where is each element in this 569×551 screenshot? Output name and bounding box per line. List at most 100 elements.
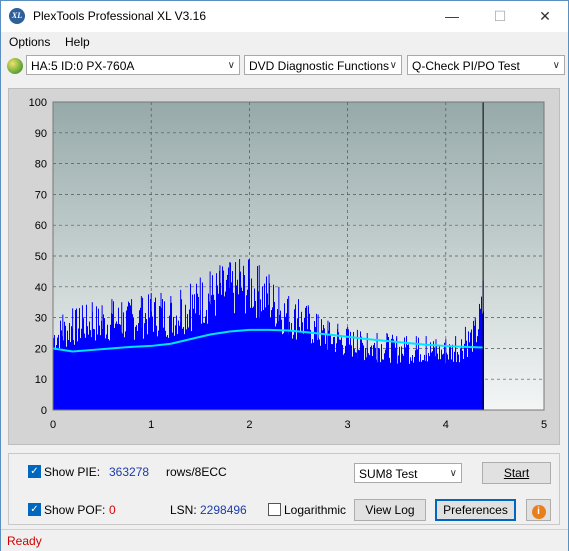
menu-options[interactable]: Options	[9, 35, 50, 49]
pie-bar	[129, 349, 130, 410]
pie-bar	[350, 364, 351, 410]
pie-bar	[177, 345, 178, 410]
pie-bar	[333, 361, 334, 410]
pie-bar	[456, 369, 457, 410]
pie-bar	[295, 348, 296, 410]
pie-bar	[168, 346, 169, 410]
pie-bar	[438, 371, 439, 410]
pie-bar	[278, 341, 279, 410]
pie-bar	[185, 342, 186, 410]
pie-bar	[341, 363, 342, 410]
pie-bar	[368, 367, 369, 410]
x-tick-label: 0	[50, 419, 56, 431]
pie-bar	[460, 367, 461, 410]
pie-bar	[477, 354, 478, 410]
pie-bar	[286, 345, 287, 410]
pie-bar	[407, 369, 408, 410]
function-select[interactable]: DVD Diagnostic Functions ∨	[244, 55, 402, 75]
close-button[interactable]: ✕	[522, 1, 568, 32]
pie-bar	[60, 358, 61, 410]
pie-bar	[299, 349, 300, 410]
pie-bar	[72, 354, 73, 410]
pie-bar	[138, 347, 139, 410]
pie-bar	[287, 346, 288, 410]
pie-bar	[316, 356, 317, 410]
test-select[interactable]: Q-Check PI/PO Test ∨	[407, 55, 565, 75]
pie-bar	[358, 366, 359, 410]
pie-bar	[448, 370, 449, 410]
pie-bar	[64, 357, 65, 410]
pie-bar	[382, 367, 383, 410]
pie-bar	[402, 369, 403, 410]
pie-bar	[420, 369, 421, 410]
pie-bar	[142, 347, 143, 410]
menu-help[interactable]: Help	[65, 35, 90, 49]
pie-bar	[417, 369, 418, 410]
pie-bar	[247, 326, 248, 410]
pie-bar	[360, 366, 361, 410]
start-button[interactable]: Start	[482, 462, 551, 484]
pie-bar	[158, 345, 159, 410]
pie-bar	[233, 328, 234, 410]
pie-bar	[442, 371, 443, 410]
pie-bar	[462, 366, 463, 410]
pie-bar	[457, 368, 458, 410]
pie-bar	[401, 369, 402, 410]
pie-bar	[56, 359, 57, 410]
pie-bar	[338, 362, 339, 410]
pie-bar	[161, 345, 162, 410]
pie-bar	[116, 349, 117, 410]
minimize-button[interactable]: —	[429, 1, 475, 32]
pie-bar	[321, 358, 322, 410]
pie-bar	[230, 328, 231, 410]
pie-bar	[79, 353, 80, 410]
info-icon: i	[531, 505, 546, 519]
pie-bar	[76, 353, 77, 410]
pie-bar	[237, 327, 238, 410]
pie-bar	[300, 349, 301, 410]
pie-bar	[468, 362, 469, 410]
pie-bar	[433, 370, 434, 410]
pie-bar	[262, 331, 263, 410]
logarithmic-checkbox[interactable]	[268, 503, 281, 516]
pie-bar	[296, 348, 297, 410]
pie-bar	[183, 343, 184, 410]
pie-bar	[172, 346, 173, 410]
y-tick-label: 100	[29, 97, 47, 109]
pie-bar	[96, 351, 97, 410]
pie-bar	[465, 364, 466, 410]
pie-bar	[375, 367, 376, 410]
pie-bar	[136, 348, 137, 410]
pie-bar	[192, 340, 193, 410]
pie-bar	[145, 346, 146, 410]
pie-bar	[274, 338, 275, 410]
pie-bar	[306, 351, 307, 410]
pie-bar	[406, 369, 407, 410]
pie-bar	[277, 340, 278, 410]
preferences-button[interactable]: Preferences	[435, 499, 516, 521]
pie-bar	[124, 350, 125, 410]
pie-bar	[212, 333, 213, 410]
maximize-button[interactable]: ☐	[477, 1, 523, 32]
pie-bar	[303, 350, 304, 410]
pie-bar	[139, 347, 140, 410]
pie-bar	[291, 347, 292, 410]
pie-bar	[411, 369, 412, 410]
pie-bar	[95, 351, 96, 410]
show-pie-checkbox[interactable]: ✓	[28, 465, 41, 478]
view-log-button[interactable]: View Log	[354, 499, 426, 521]
pie-bar	[196, 338, 197, 410]
sum-test-select[interactable]: SUM8 Test ∨	[354, 463, 462, 483]
pie-bar	[439, 371, 440, 410]
pie-bar	[66, 356, 67, 410]
pie-bar	[83, 352, 84, 410]
pie-bar	[357, 365, 358, 410]
info-button[interactable]: i	[526, 499, 551, 521]
pie-bar	[408, 369, 409, 410]
y-tick-label: 50	[35, 251, 47, 263]
pie-bar	[74, 353, 75, 410]
show-pof-checkbox[interactable]: ✓	[28, 503, 41, 516]
drive-select[interactable]: HA:5 ID:0 PX-760A ∨	[26, 55, 240, 75]
pie-bar	[111, 349, 112, 410]
pie-bar	[238, 327, 239, 410]
